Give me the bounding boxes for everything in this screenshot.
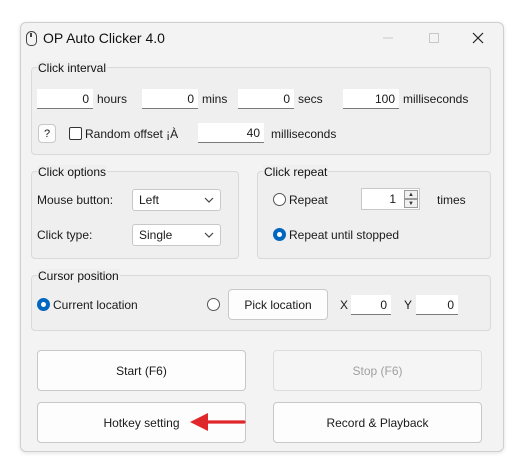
pick-location-button[interactable]: Pick location	[228, 289, 328, 320]
record-playback-button[interactable]: Record & Playback	[273, 402, 482, 443]
minimize-button[interactable]	[365, 23, 411, 53]
help-button[interactable]: ?	[38, 124, 56, 143]
mouse-button-label: Mouse button:	[37, 193, 114, 207]
secs-field[interactable]: 0	[238, 89, 294, 109]
click-type-value: Single	[139, 228, 173, 242]
arrow-left-icon	[190, 413, 246, 431]
current-location-radio[interactable]	[37, 298, 50, 311]
random-offset-field[interactable]: 40	[198, 123, 264, 143]
spin-up-button[interactable]: ▲	[404, 190, 418, 199]
chevron-down-icon	[204, 197, 214, 203]
mouse-icon	[26, 31, 37, 46]
secs-unit-label: secs	[298, 92, 323, 106]
repeat-label: Repeat	[289, 193, 328, 207]
mins-unit-label: mins	[202, 92, 228, 106]
close-button[interactable]	[455, 23, 501, 53]
title-bar: OP Auto Clicker 4.0	[21, 23, 503, 53]
cursor-position-label: Cursor position	[37, 269, 120, 283]
stop-button[interactable]: Stop (F6)	[273, 350, 482, 391]
mouse-button-select[interactable]: Left	[132, 189, 221, 211]
mins-field[interactable]: 0	[142, 89, 198, 109]
window-title: OP Auto Clicker 4.0	[43, 30, 165, 46]
click-interval-label: Click interval	[37, 61, 108, 75]
mouse-button-value: Left	[139, 193, 160, 207]
spin-down-button[interactable]: ▼	[404, 199, 418, 208]
hours-field[interactable]: 0	[37, 89, 93, 109]
click-repeat-group	[257, 171, 491, 259]
chevron-down-icon	[204, 232, 214, 238]
minimize-icon	[383, 37, 393, 39]
milliseconds-unit-label: milliseconds	[403, 92, 469, 106]
repeat-radio[interactable]	[273, 193, 286, 206]
hours-unit-label: hours	[97, 92, 128, 106]
click-type-label: Click type:	[37, 228, 93, 242]
click-options-label: Click options	[37, 165, 108, 179]
x-label: X	[340, 298, 349, 312]
start-button[interactable]: Start (F6)	[37, 350, 246, 391]
current-location-label: Current location	[53, 298, 138, 312]
click-repeat-label: Click repeat	[263, 165, 329, 179]
maximize-button[interactable]	[411, 23, 457, 53]
click-type-select[interactable]: Single	[132, 224, 221, 246]
milliseconds-field[interactable]: 100	[343, 89, 399, 109]
times-label: times	[437, 193, 466, 207]
close-icon	[472, 32, 484, 44]
x-coordinate-field[interactable]: 0	[351, 295, 391, 315]
app-window: OP Auto Clicker 4.0 Click interval 0 hou…	[20, 22, 504, 452]
maximize-icon	[429, 33, 439, 43]
repeat-count-field[interactable]: 1	[362, 189, 402, 209]
random-offset-unit-label: milliseconds	[271, 127, 337, 141]
random-offset-checkbox[interactable]	[69, 127, 82, 140]
y-label: Y	[404, 298, 413, 312]
repeat-count-stepper[interactable]: 1 ▲ ▼	[361, 188, 420, 210]
repeat-until-stopped-radio[interactable]	[273, 228, 286, 241]
repeat-until-stopped-label: Repeat until stopped	[289, 228, 400, 242]
pick-location-radio[interactable]	[207, 298, 220, 311]
y-coordinate-field[interactable]: 0	[416, 295, 458, 315]
random-offset-label: Random offset ¡À	[85, 127, 179, 141]
